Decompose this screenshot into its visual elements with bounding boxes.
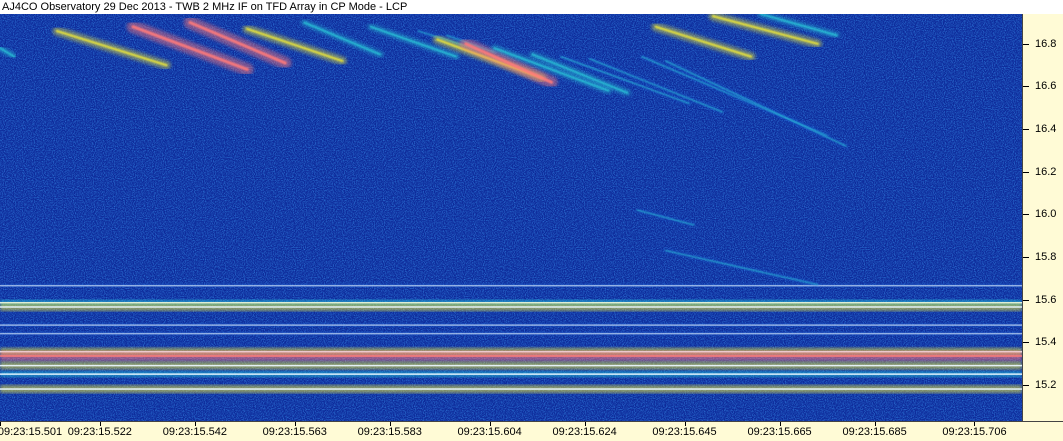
y-tick-label: 16.6 [1035, 80, 1057, 93]
y-tick-label: 16.2 [1035, 165, 1057, 178]
y-tick-label: 15.4 [1035, 336, 1057, 349]
spectrogram-plot-area [0, 14, 1022, 421]
chart-title: AJ4CO Observatory 29 Dec 2013 - TWB 2 MH… [2, 1, 408, 13]
y-tick-label: 16.0 [1035, 208, 1057, 221]
y-tick-mark [1023, 86, 1029, 88]
y-tick-mark [1023, 299, 1029, 301]
x-tick-label: 09:23:15.604 [457, 426, 522, 438]
x-tick-label: 09:23:15.501 [0, 426, 63, 438]
interference-band-line [0, 332, 1022, 335]
interference-band-line [0, 388, 1022, 390]
interference-band-line [0, 306, 1022, 308]
x-tick-label: 09:23:15.522 [67, 426, 132, 438]
y-tick-label: 15.2 [1035, 378, 1057, 391]
x-tick-label: 09:23:15.706 [942, 426, 1007, 438]
x-tick-label: 09:23:15.583 [357, 426, 422, 438]
y-tick-mark [1023, 171, 1029, 173]
y-tick-mark [1023, 129, 1029, 131]
y-tick-label: 16.4 [1035, 123, 1057, 136]
y-tick-mark [1023, 342, 1029, 344]
x-tick-label: 09:23:15.542 [162, 426, 228, 438]
x-tick-label: 09:23:15.563 [262, 426, 327, 438]
x-axis-panel: 09:23:15.501 09:23:15.522 09:23:15.542 09:2… [0, 421, 1063, 441]
y-tick-mark [1023, 43, 1029, 45]
y-tick-mark [1023, 384, 1029, 386]
interference-band-line [0, 373, 1022, 375]
x-tick-label: 09:23:15.665 [747, 426, 812, 438]
spectrogram-svg [0, 14, 1022, 421]
interference-band-line [0, 364, 1022, 367]
interference-band-line [0, 324, 1022, 326]
y-tick-mark [1023, 214, 1029, 216]
x-tick-label: 09:23:15.624 [552, 426, 617, 438]
y-tick-label: 15.8 [1035, 250, 1057, 263]
x-tick-label: 09:23:15.685 [842, 426, 907, 438]
interference-band-line [0, 284, 1022, 287]
y-tick-label: 15.6 [1035, 293, 1057, 306]
x-tick-label: 09:23:15.645 [652, 426, 717, 438]
y-tick-mark [1023, 256, 1029, 258]
y-tick-label: 16.8 [1035, 37, 1057, 50]
interference-band-line [0, 355, 1022, 357]
y-axis-panel: 16.8 16.6 16.4 16.2 16.0 15.8 15.6 15.4 15.2 [1022, 14, 1063, 421]
